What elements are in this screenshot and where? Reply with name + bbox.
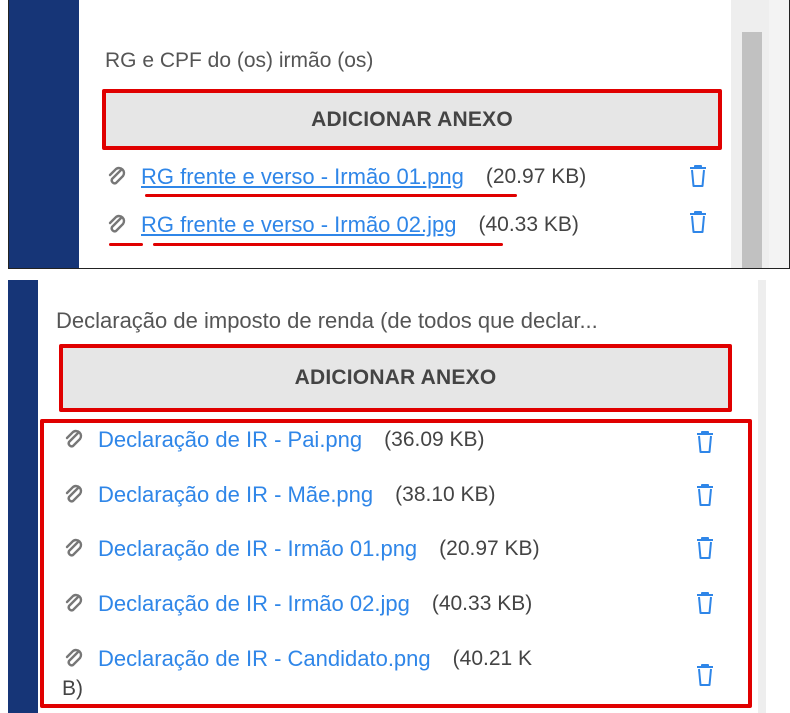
paperclip-icon (108, 166, 126, 185)
attachment-link[interactable]: RG frente e verso - Irmão 02.jpg (141, 212, 456, 238)
attachment-size: (40.33 KB) (478, 213, 579, 236)
attachment-link[interactable]: Declaração de IR - Candidato.png (98, 646, 431, 672)
paperclip-icon (65, 538, 83, 557)
paperclip-icon (65, 648, 83, 667)
sidebar-stripe (9, 0, 79, 268)
add-attachment-button[interactable]: ADICIONAR ANEXO (59, 344, 732, 412)
attachment-size: (20.97 KB) (485, 165, 587, 188)
field-label: RG e CPF do (os) irmão (os) (105, 49, 374, 72)
trash-icon[interactable] (689, 164, 707, 188)
attachment-row: Declaração de IR - Candidato.png (40.21 … (64, 639, 532, 679)
attachment-link[interactable]: Declaração de IR - Irmão 01.png (98, 536, 417, 562)
attachment-size: (40.21 K (452, 647, 533, 670)
trash-icon[interactable] (696, 591, 714, 615)
trash-icon[interactable] (689, 210, 707, 234)
annotation-underline (145, 194, 517, 197)
attachment-panel-siblings-id: RG e CPF do (os) irmão (os) ADICIONAR AN… (8, 0, 790, 269)
attachment-link[interactable]: RG frente e verso - Irmão 01.png (141, 164, 464, 190)
annotation-underline (153, 243, 503, 246)
attachment-size: (38.10 KB) (395, 483, 496, 506)
attachment-size: (20.97 KB) (439, 537, 540, 560)
attachment-link[interactable]: Declaração de IR - Mãe.png (98, 482, 373, 508)
scrollbar-track[interactable] (758, 280, 766, 713)
add-attachment-button[interactable]: ADICIONAR ANEXO (102, 89, 722, 150)
attachment-size: (40.33 KB) (431, 592, 533, 615)
attachment-row: RG frente e verso - Irmão 02.jpg (40.33 … (107, 205, 579, 245)
paperclip-icon (65, 484, 83, 503)
paperclip-icon (65, 593, 83, 612)
annotation-underline (109, 243, 143, 246)
attachment-row: Declaração de IR - Mãe.png (38.10 KB) (64, 475, 496, 515)
paperclip-icon (65, 429, 83, 448)
attachment-row: Declaração de IR - Irmão 02.jpg (40.33 K… (64, 584, 532, 624)
scrollbar-thumb[interactable] (742, 32, 762, 268)
attachment-link[interactable]: Declaração de IR - Pai.png (98, 427, 362, 453)
attachment-size: (36.09 KB) (384, 428, 485, 451)
attachment-row: Declaração de IR - Irmão 01.png (20.97 K… (64, 529, 540, 569)
trash-icon[interactable] (696, 430, 714, 454)
paperclip-icon (108, 214, 126, 233)
attachment-size-wrap: B) (62, 677, 83, 700)
field-label: Declaração de imposto de renda (de todos… (56, 308, 598, 333)
trash-icon[interactable] (696, 536, 714, 560)
trash-icon[interactable] (696, 483, 714, 507)
attachment-panel-income-tax: Declaração de imposto de renda (de todos… (8, 280, 766, 713)
attachment-row: Declaração de IR - Pai.png (36.09 KB) (64, 420, 485, 460)
sidebar-stripe (8, 280, 38, 713)
attachment-link[interactable]: Declaração de IR - Irmão 02.jpg (98, 591, 410, 617)
attachment-row: RG frente e verso - Irmão 01.png (20.97 … (107, 157, 586, 197)
trash-icon[interactable] (696, 663, 714, 687)
